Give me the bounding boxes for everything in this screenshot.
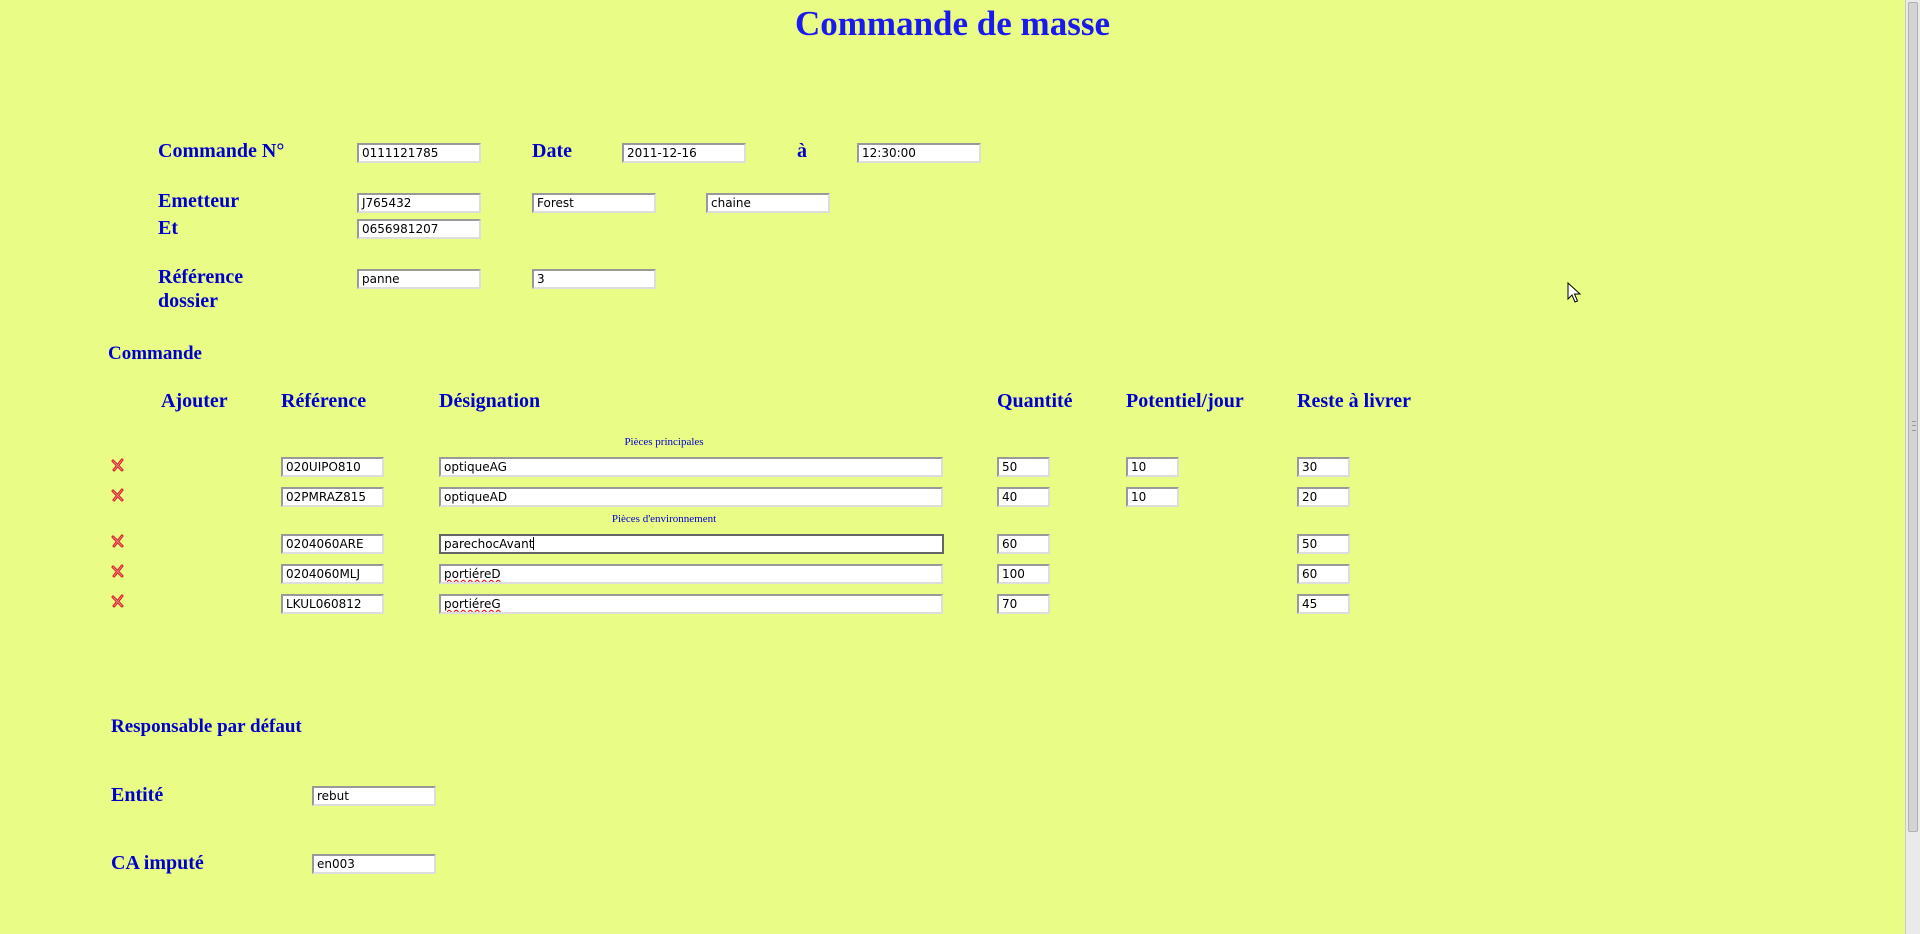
column-header-potential: Potentiel/jour bbox=[1126, 390, 1244, 412]
row-remaining-input[interactable]: 50 bbox=[1297, 534, 1350, 554]
row-remaining-input[interactable]: 20 bbox=[1297, 487, 1350, 507]
emetteur-code-input[interactable]: J765432 bbox=[357, 193, 481, 213]
reference-dossier-input[interactable]: panne bbox=[357, 269, 481, 289]
time-input[interactable]: 12:30:00 bbox=[857, 143, 981, 163]
commande-no-input[interactable]: 0111121785 bbox=[357, 143, 481, 163]
emetteur-label: Emetteur bbox=[158, 190, 240, 212]
row-quantity-input[interactable]: 50 bbox=[997, 457, 1050, 477]
row-reference-input[interactable]: 0204060ARE bbox=[281, 534, 384, 554]
column-header-quantity: Quantité bbox=[997, 390, 1073, 412]
delete-x-icon[interactable] bbox=[110, 593, 126, 609]
ca-impute-input[interactable]: en003 bbox=[312, 854, 436, 874]
delete-x-icon[interactable] bbox=[110, 487, 126, 503]
commande-no-label: Commande N° bbox=[158, 140, 285, 162]
row-quantity-input[interactable]: 100 bbox=[997, 564, 1050, 584]
et-label: Et bbox=[158, 217, 178, 239]
row-designation-value: parechocAvant bbox=[444, 537, 534, 551]
group-main-parts-label: Pièces principales bbox=[624, 436, 704, 448]
delete-x-icon[interactable] bbox=[110, 533, 126, 549]
reference-dossier-label-line1: Référence bbox=[158, 266, 244, 288]
vertical-scrollbar[interactable] bbox=[1905, 0, 1920, 934]
row-reference-input[interactable]: 020UIPO810 bbox=[281, 457, 384, 477]
date-input[interactable]: 2011-12-16 bbox=[622, 143, 746, 163]
group-env-parts-label: Pièces d'environnement bbox=[611, 513, 717, 525]
row-designation-input[interactable]: portiéreD bbox=[439, 564, 943, 584]
emetteur-name-input[interactable]: Forest bbox=[532, 193, 656, 213]
reference-number-input[interactable]: 3 bbox=[532, 269, 656, 289]
row-reference-input[interactable]: LKUL060812 bbox=[281, 594, 384, 614]
row-reference-input[interactable]: 02PMRAZ815 bbox=[281, 487, 384, 507]
row-potential-input[interactable]: 10 bbox=[1126, 487, 1179, 507]
page-title: Commande de masse bbox=[795, 4, 1110, 43]
time-label: à bbox=[797, 140, 807, 162]
row-quantity-input[interactable]: 40 bbox=[997, 487, 1050, 507]
column-header-reference: Référence bbox=[281, 390, 367, 412]
responsable-label: Responsable par défaut bbox=[111, 716, 302, 737]
row-quantity-input[interactable]: 70 bbox=[997, 594, 1050, 614]
ca-impute-label: CA imputé bbox=[111, 852, 204, 874]
commande-section-label: Commande bbox=[108, 343, 202, 364]
row-designation-input[interactable]: optiqueAD bbox=[439, 487, 943, 507]
row-designation-value: portiéreG bbox=[444, 597, 501, 611]
column-header-remaining: Reste à livrer bbox=[1297, 390, 1412, 412]
row-reference-input[interactable]: 0204060MLJ bbox=[281, 564, 384, 584]
row-remaining-input[interactable]: 30 bbox=[1297, 457, 1350, 477]
scrollbar-thumb[interactable] bbox=[1908, 2, 1918, 832]
row-remaining-input[interactable]: 45 bbox=[1297, 594, 1350, 614]
reference-dossier-label-line2: dossier bbox=[158, 290, 218, 312]
emetteur-type-input[interactable]: chaine bbox=[706, 193, 830, 213]
column-header-designation: Désignation bbox=[439, 390, 541, 412]
et-input[interactable]: 0656981207 bbox=[357, 219, 481, 239]
scrollbar-grip-icon bbox=[1912, 421, 1916, 431]
delete-x-icon[interactable] bbox=[110, 457, 126, 473]
date-label: Date bbox=[532, 140, 572, 162]
entite-input[interactable]: rebut bbox=[312, 786, 436, 806]
row-designation-value: portiéreD bbox=[444, 567, 501, 581]
text-cursor bbox=[533, 537, 535, 550]
row-quantity-input[interactable]: 60 bbox=[997, 534, 1050, 554]
mouse-pointer-icon bbox=[1567, 282, 1582, 303]
row-designation-input[interactable]: parechocAvant bbox=[439, 534, 944, 554]
column-header-add: Ajouter bbox=[161, 390, 228, 412]
delete-x-icon[interactable] bbox=[110, 563, 126, 579]
row-designation-input[interactable]: portiéreG bbox=[439, 594, 943, 614]
row-designation-input[interactable]: optiqueAG bbox=[439, 457, 943, 477]
row-remaining-input[interactable]: 60 bbox=[1297, 564, 1350, 584]
row-potential-input[interactable]: 10 bbox=[1126, 457, 1179, 477]
entite-label: Entité bbox=[111, 784, 164, 806]
